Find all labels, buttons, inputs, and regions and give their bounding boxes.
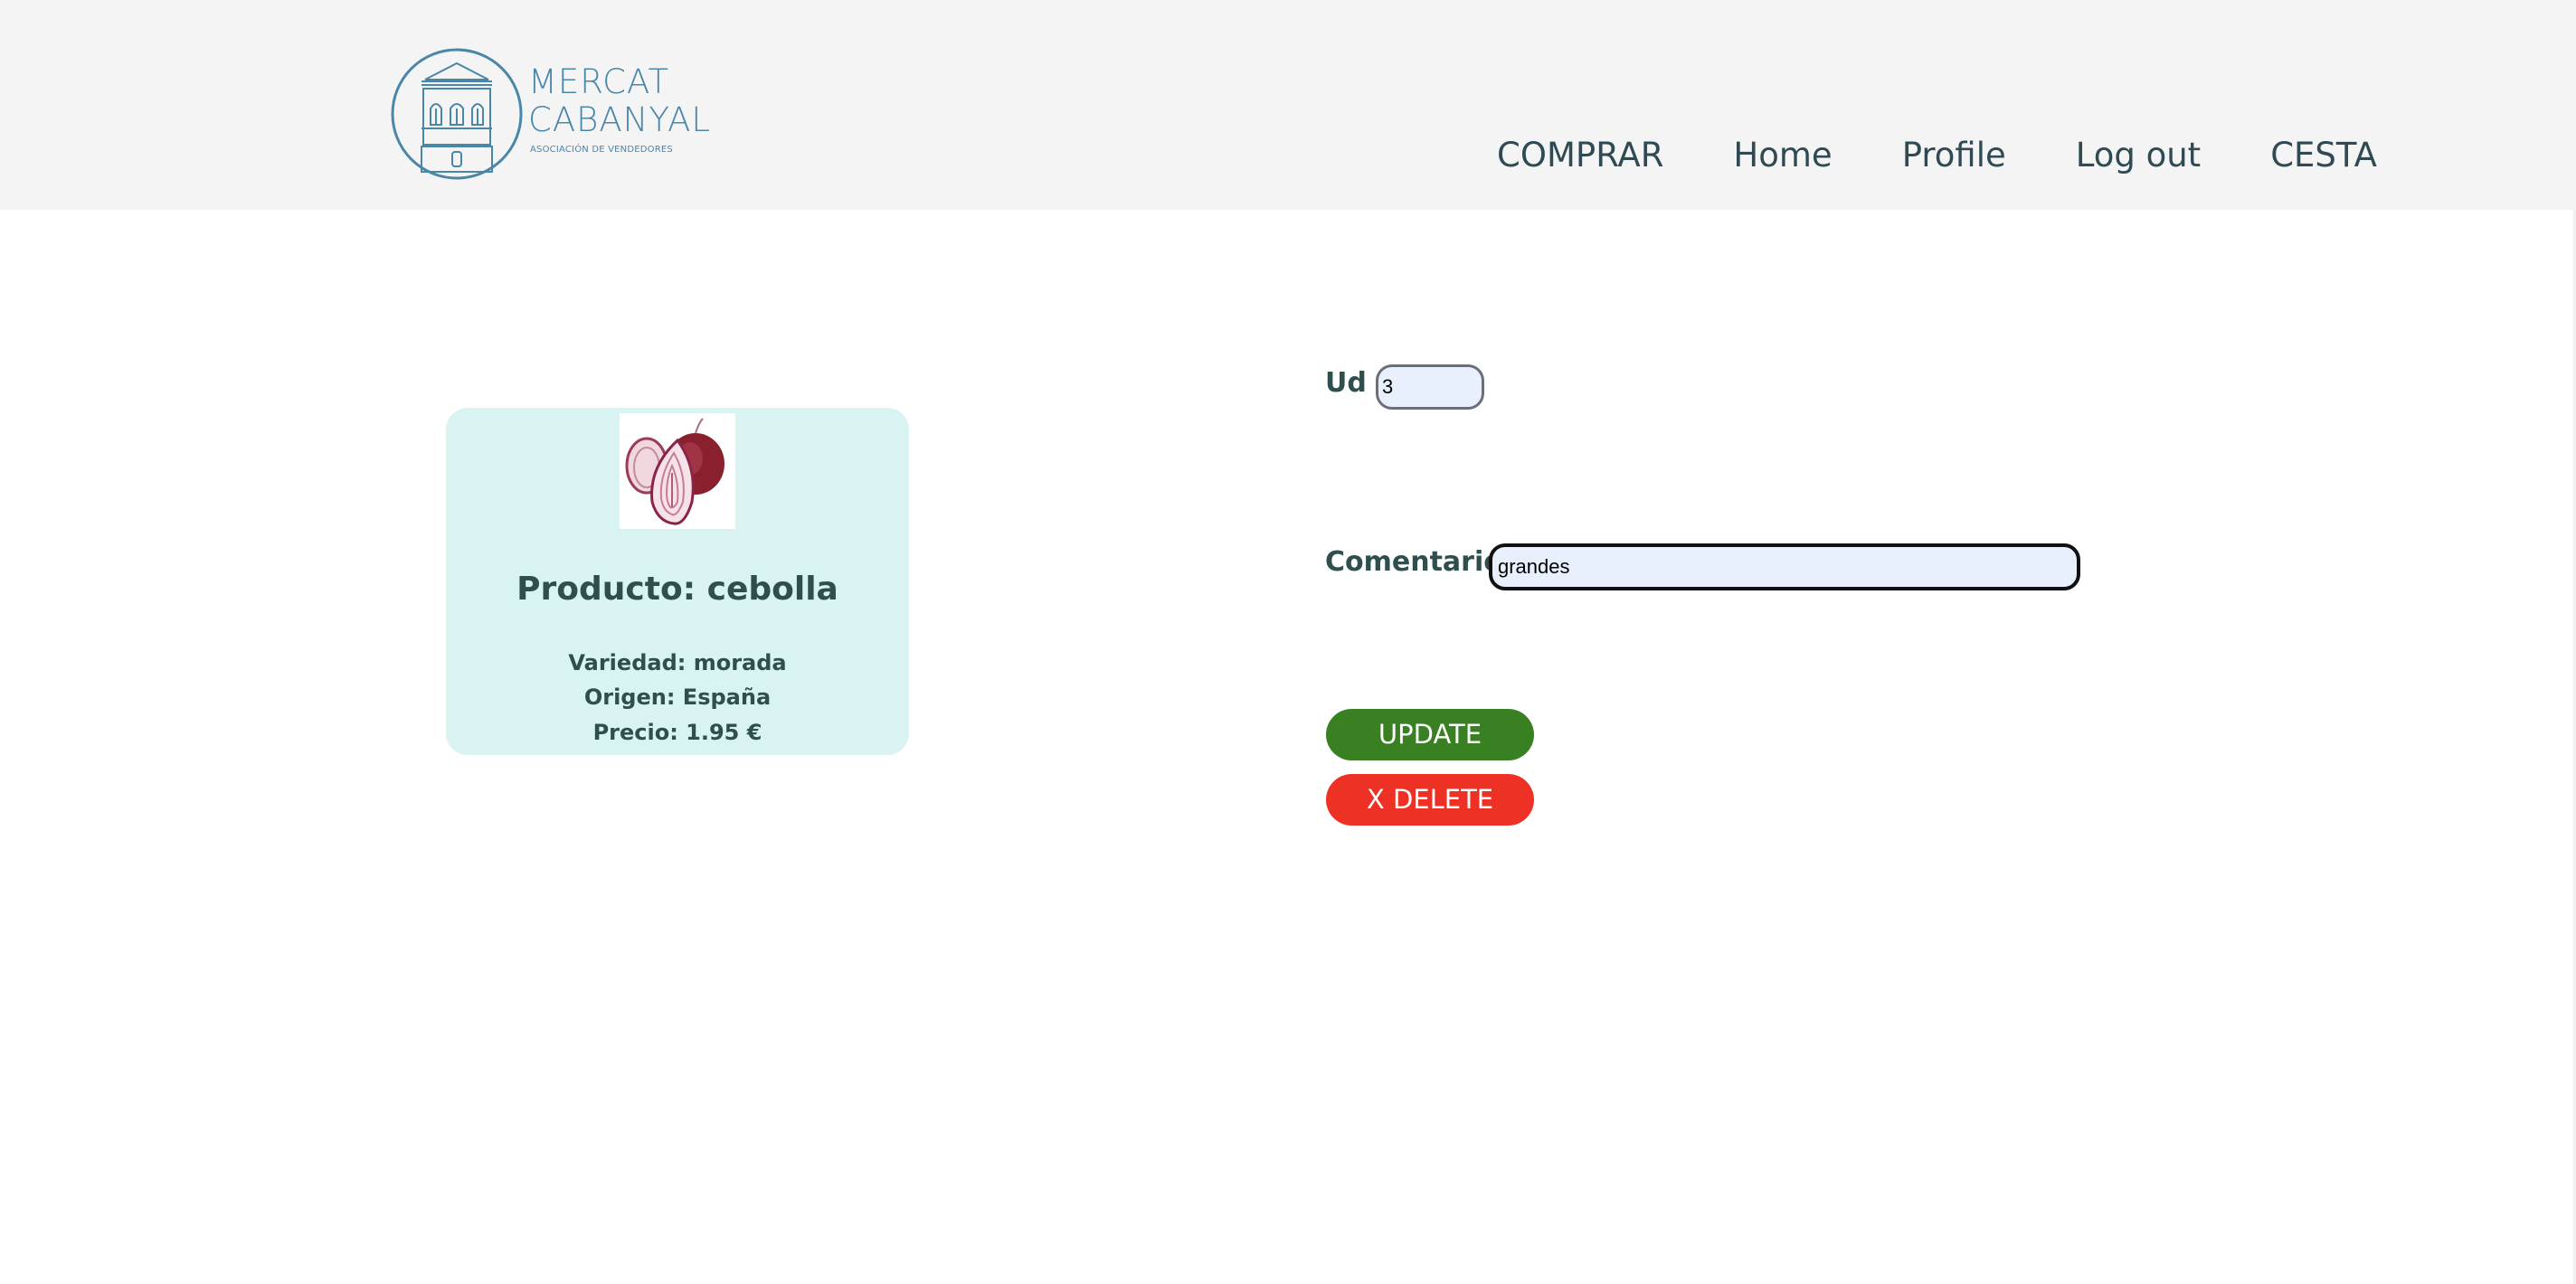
comment-input[interactable] [1489, 543, 2080, 590]
nav-profile[interactable]: Profile [1902, 136, 2006, 175]
logo-line-1: MERCAT [528, 62, 670, 101]
product-card: Producto: cebolla Variedad: morada Orige… [446, 408, 909, 755]
product-title: Producto: cebolla [516, 571, 838, 608]
main-nav: COMPRAR Home Profile Log out CESTA [1497, 131, 2377, 178]
nav-log-out[interactable]: Log out [2076, 136, 2201, 175]
product-variedad: Variedad: morada [568, 650, 787, 675]
update-button[interactable]: UPDATE [1326, 709, 1534, 760]
mercat-cabanyal-logo[interactable]: MERCAT CABANYAL ASOCIACIÓN DE VENDEDORES [389, 45, 715, 183]
nav-home[interactable]: Home [1733, 136, 1832, 175]
onion-image [620, 413, 735, 529]
logo-subtitle: ASOCIACIÓN DE VENDEDORES [530, 145, 673, 155]
nav-comprar[interactable]: COMPRAR [1497, 136, 1663, 175]
delete-button[interactable]: X DELETE [1326, 774, 1534, 826]
logo-wordmark: MERCAT CABANYAL [528, 63, 711, 139]
product-precio: Precio: 1.95 € [592, 720, 762, 745]
quantity-input[interactable] [1376, 364, 1484, 410]
logo-line-2: CABANYAL [528, 100, 712, 139]
nav-cesta[interactable]: CESTA [2270, 136, 2377, 175]
product-origen: Origen: España [583, 684, 772, 710]
market-building-icon [391, 48, 523, 180]
site-header: MERCAT CABANYAL ASOCIACIÓN DE VENDEDORES… [0, 0, 2576, 210]
